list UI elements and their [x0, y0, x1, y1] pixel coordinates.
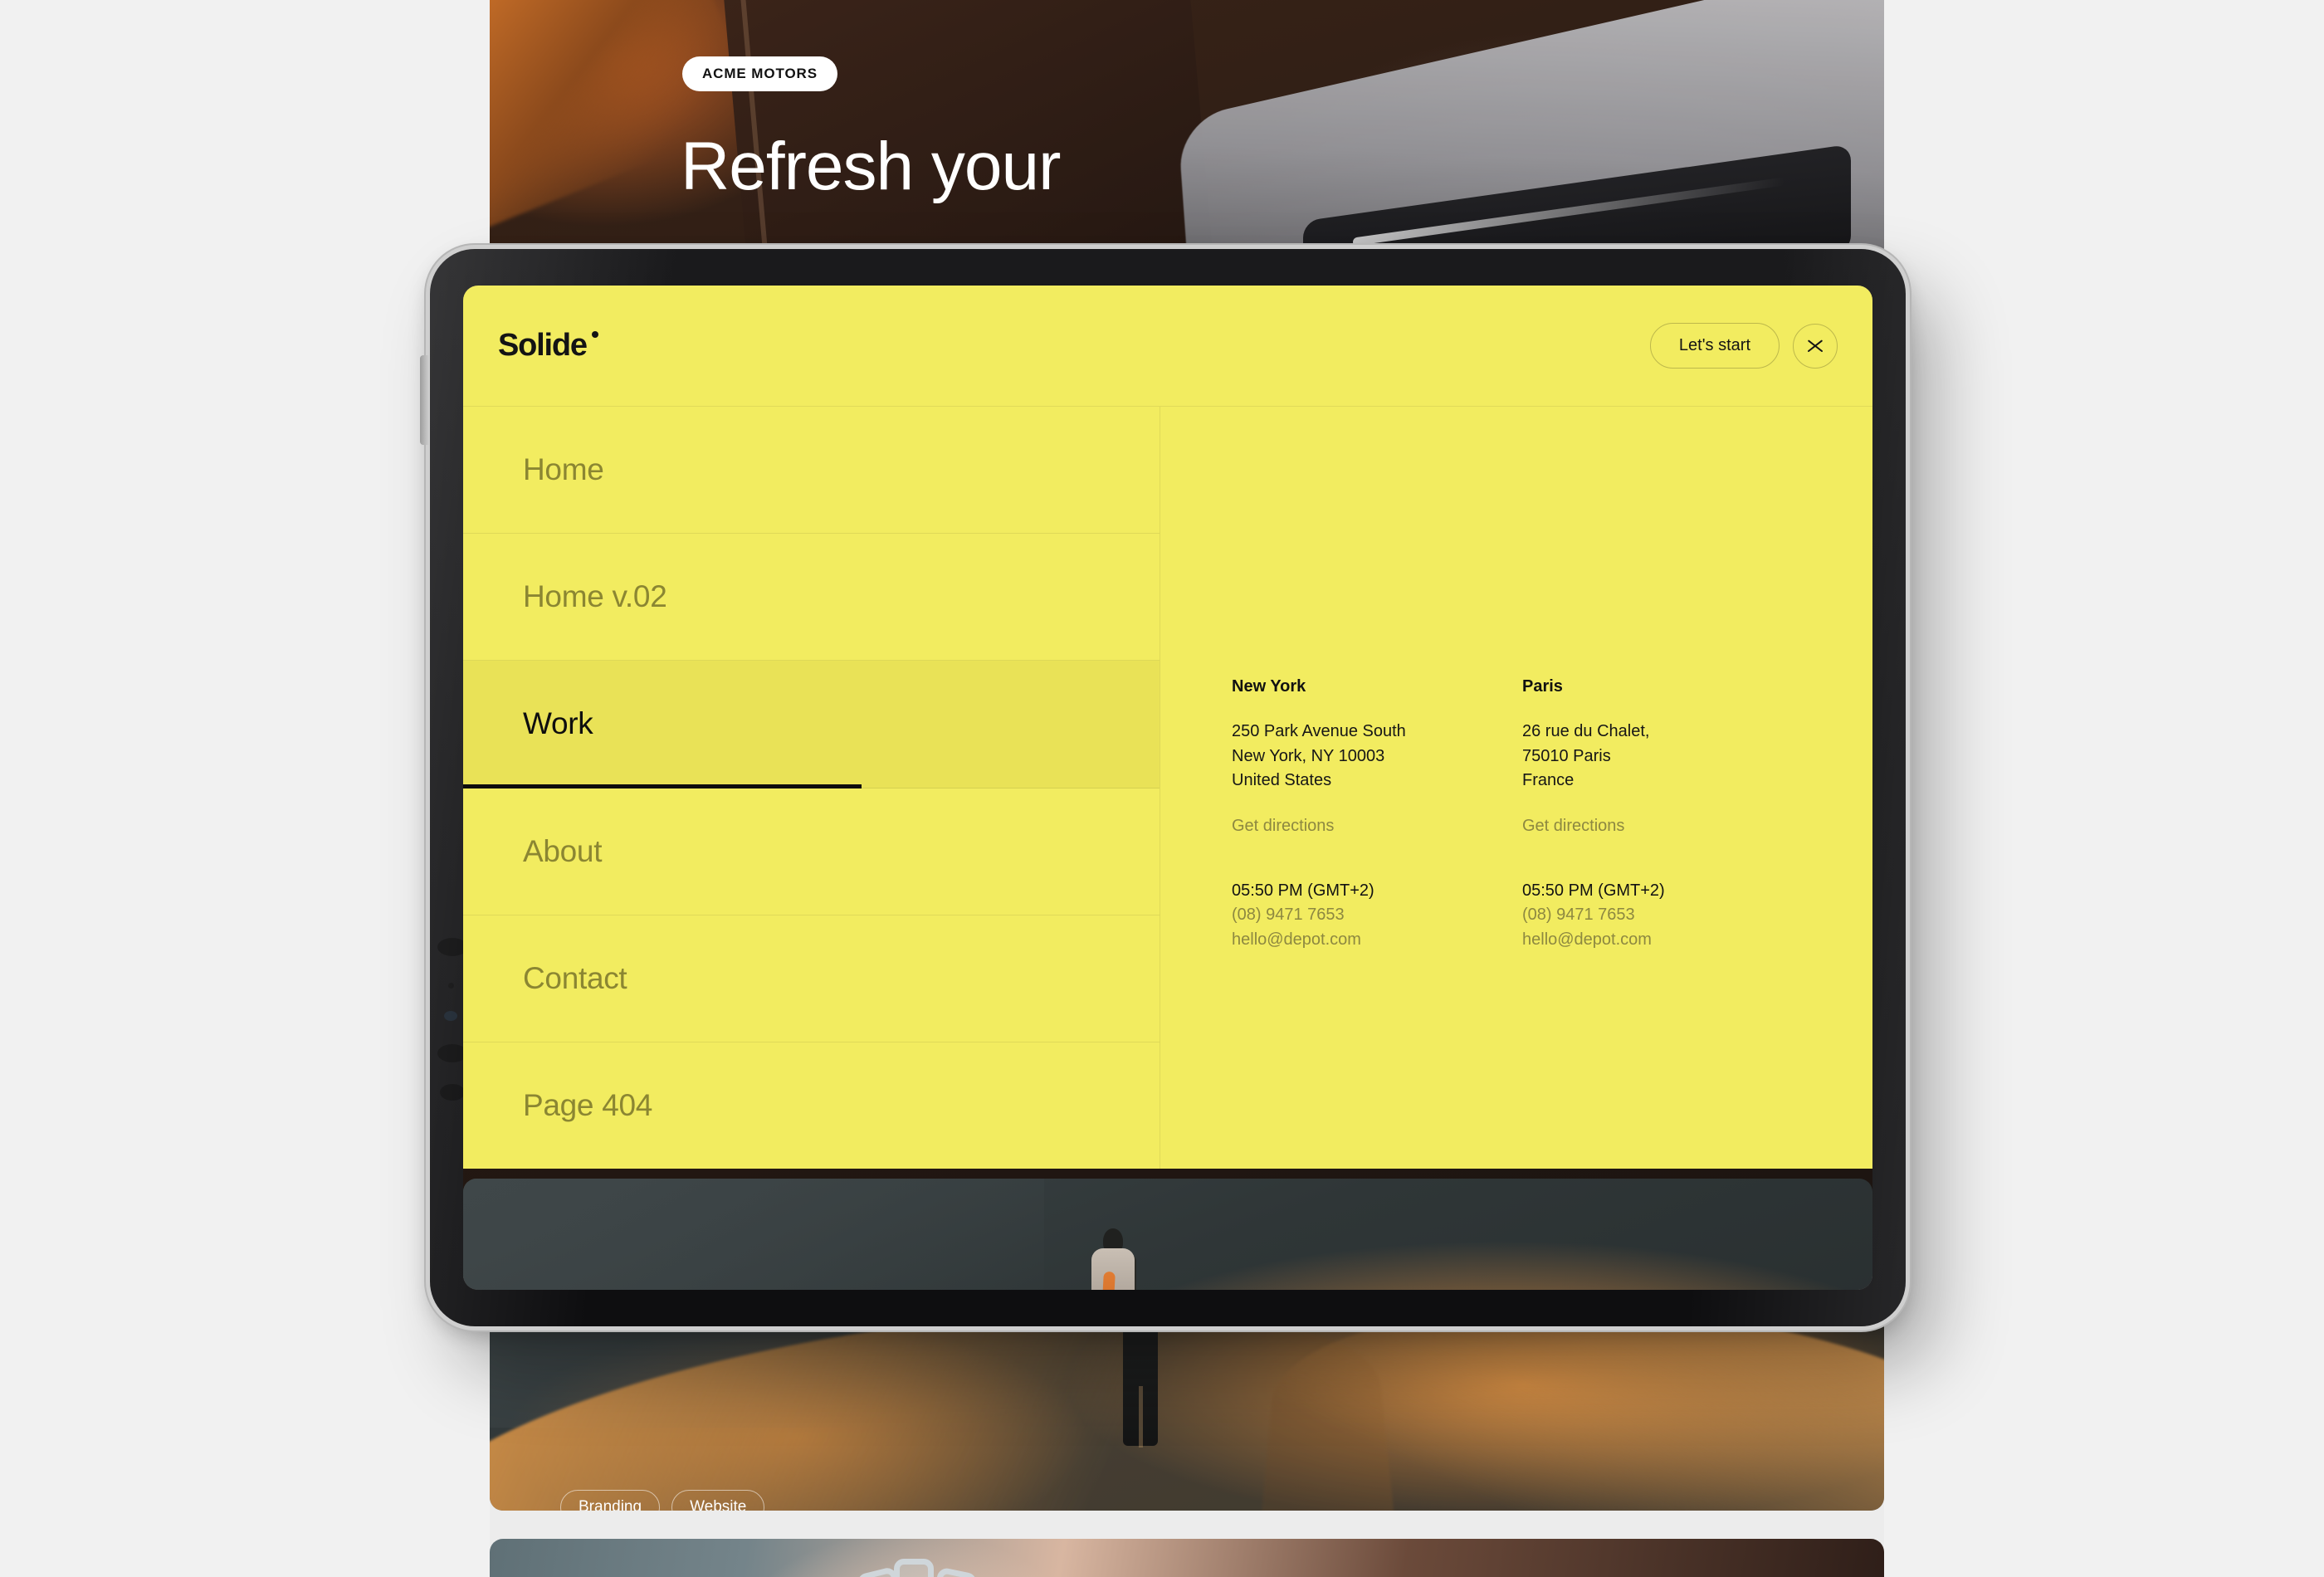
- overlay-header: Solide Let's start: [463, 286, 1872, 407]
- office-email-link[interactable]: hello@depot.com: [1232, 928, 1522, 953]
- project-tag-list: Branding Website: [560, 1490, 765, 1511]
- office-city: Paris: [1522, 677, 1563, 696]
- primary-navigation: Home Home v.02 Work About Contact Page 4…: [463, 407, 1160, 1169]
- header-actions: Let's start: [1649, 323, 1838, 369]
- navigation-overlay: Solide Let's start Home Home v.02 Work A…: [463, 286, 1872, 1169]
- hero-badge: ACME MOTORS: [682, 56, 837, 91]
- tag-branding[interactable]: Branding: [560, 1490, 661, 1511]
- office-address-line-1: 26 rue du Chalet,: [1522, 722, 1650, 740]
- office-local-time: 05:50 PM (GMT+2): [1232, 881, 1374, 900]
- screen-hiker-figure: [1081, 1228, 1145, 1290]
- office-paris: Paris 26 rue du Chalet, 75010 Paris Fran…: [1522, 677, 1813, 953]
- lets-start-button[interactable]: Let's start: [1649, 323, 1780, 369]
- office-phone-link[interactable]: (08) 9471 7653: [1232, 903, 1522, 928]
- tablet-screen: Branding Website Solide: [463, 286, 1872, 1290]
- hero-title: Refresh your: [681, 129, 1061, 204]
- chain-graphic: [855, 1555, 1008, 1577]
- nav-item-work[interactable]: Work: [463, 661, 1160, 788]
- nav-item-contact[interactable]: Contact: [463, 915, 1160, 1042]
- speaker-grill-bottom: [440, 1084, 465, 1101]
- office-local-time: 05:50 PM (GMT+2): [1522, 881, 1665, 900]
- office-address-line-2: 75010 Paris: [1522, 746, 1611, 765]
- tag-website[interactable]: Website: [671, 1490, 765, 1511]
- office-phone-link[interactable]: (08) 9471 7653: [1522, 903, 1813, 928]
- screen-desert-card[interactable]: Branding Website: [463, 1179, 1872, 1290]
- office-address-line-2: New York, NY 10003: [1232, 746, 1385, 765]
- power-button[interactable]: [420, 355, 429, 445]
- office-city: New York: [1232, 677, 1306, 696]
- tablet-device: Branding Website Solide: [420, 249, 1906, 1326]
- get-directions-link[interactable]: Get directions: [1232, 817, 1334, 836]
- nav-item-about[interactable]: About: [463, 788, 1160, 915]
- camera-lens: [444, 1011, 457, 1021]
- overlay-body: Home Home v.02 Work About Contact Page 4…: [463, 407, 1872, 1169]
- office-address-line-3: United States: [1232, 771, 1332, 790]
- office-address-line-3: France: [1522, 771, 1575, 790]
- sensor-dot: [448, 983, 454, 989]
- close-menu-button[interactable]: [1793, 323, 1838, 369]
- brand-logo[interactable]: Solide: [498, 328, 598, 364]
- dot-icon: [591, 331, 598, 338]
- nav-item-home-v02[interactable]: Home v.02: [463, 534, 1160, 662]
- office-new-york: New York 250 Park Avenue South New York,…: [1232, 677, 1522, 953]
- nav-item-home[interactable]: Home: [463, 407, 1160, 535]
- screenshot-stage: ACME MOTORS Refresh your Branding Websit…: [0, 0, 2324, 1577]
- project-jewelry-card[interactable]: [490, 1539, 1884, 1577]
- nav-item-page-404[interactable]: Page 404: [463, 1042, 1160, 1169]
- get-directions-link[interactable]: Get directions: [1522, 817, 1624, 836]
- office-email-link[interactable]: hello@depot.com: [1522, 928, 1813, 953]
- office-address-line-1: 250 Park Avenue South: [1232, 722, 1406, 740]
- office-info-panel: New York 250 Park Avenue South New York,…: [1160, 407, 1872, 1169]
- brand-logo-text: Solide: [498, 328, 588, 363]
- office-grid: New York 250 Park Avenue South New York,…: [1232, 677, 1813, 953]
